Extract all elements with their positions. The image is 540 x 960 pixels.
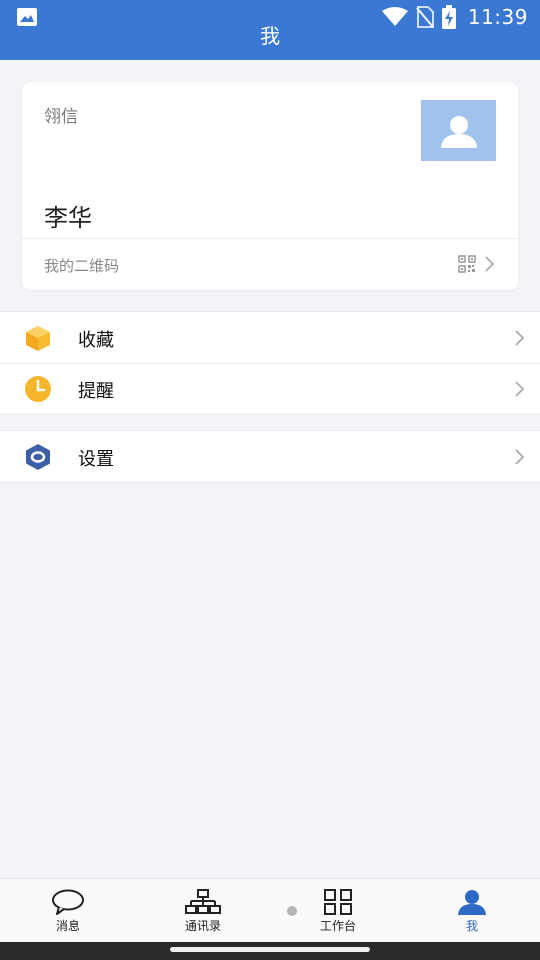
chevron-right-icon	[515, 330, 525, 346]
tab-label: 消息	[55, 919, 80, 933]
clock-icon	[25, 376, 51, 402]
menu-label: 设置	[78, 449, 114, 470]
chat-bubble-icon	[52, 889, 84, 915]
menu-label: 提醒	[78, 381, 114, 402]
profile-card[interactable]: 翎信 李华 我的二维码	[22, 82, 518, 290]
tab-label: 工作台	[319, 919, 356, 933]
settings-hexagon-icon	[26, 444, 50, 470]
system-nav-bar	[0, 942, 540, 960]
floating-dot	[287, 906, 297, 916]
my-qr-code-row[interactable]: 我的二维码	[22, 239, 518, 290]
bottom-tab-bar: 消息 通讯录 工作台 我	[0, 878, 540, 942]
qr-code-icon	[458, 255, 476, 273]
qr-code-label: 我的二维码	[44, 257, 120, 275]
avatar[interactable]	[421, 100, 496, 161]
tab-label: 我	[465, 919, 478, 933]
tab-messages[interactable]: 消息	[28, 889, 108, 939]
user-name: 李华	[44, 204, 92, 232]
menu-item-favorites[interactable]: 收藏	[0, 312, 540, 363]
menu-item-settings[interactable]: 设置	[0, 431, 540, 482]
app-header: 11:39 我	[0, 0, 540, 60]
menu-group-2: 设置	[0, 430, 540, 483]
page-title: 我	[260, 24, 280, 48]
grid-icon	[324, 889, 352, 915]
app-brand-name: 翎信	[44, 107, 78, 127]
home-indicator[interactable]	[170, 947, 370, 952]
chevron-right-icon	[515, 381, 525, 397]
tab-workbench[interactable]: 工作台	[298, 889, 378, 939]
menu-label: 收藏	[78, 330, 114, 351]
org-chart-icon	[185, 889, 221, 914]
chevron-right-icon	[515, 449, 525, 465]
tab-contacts[interactable]: 通讯录	[163, 889, 243, 939]
menu-item-reminders[interactable]: 提醒	[0, 363, 540, 414]
tab-me[interactable]: 我	[432, 889, 512, 939]
person-icon	[458, 890, 486, 915]
menu-group-1: 收藏 提醒	[0, 311, 540, 415]
box-icon	[26, 326, 50, 351]
tab-label: 通讯录	[184, 919, 221, 933]
person-placeholder-icon	[440, 115, 477, 148]
chevron-right-icon	[485, 256, 495, 272]
